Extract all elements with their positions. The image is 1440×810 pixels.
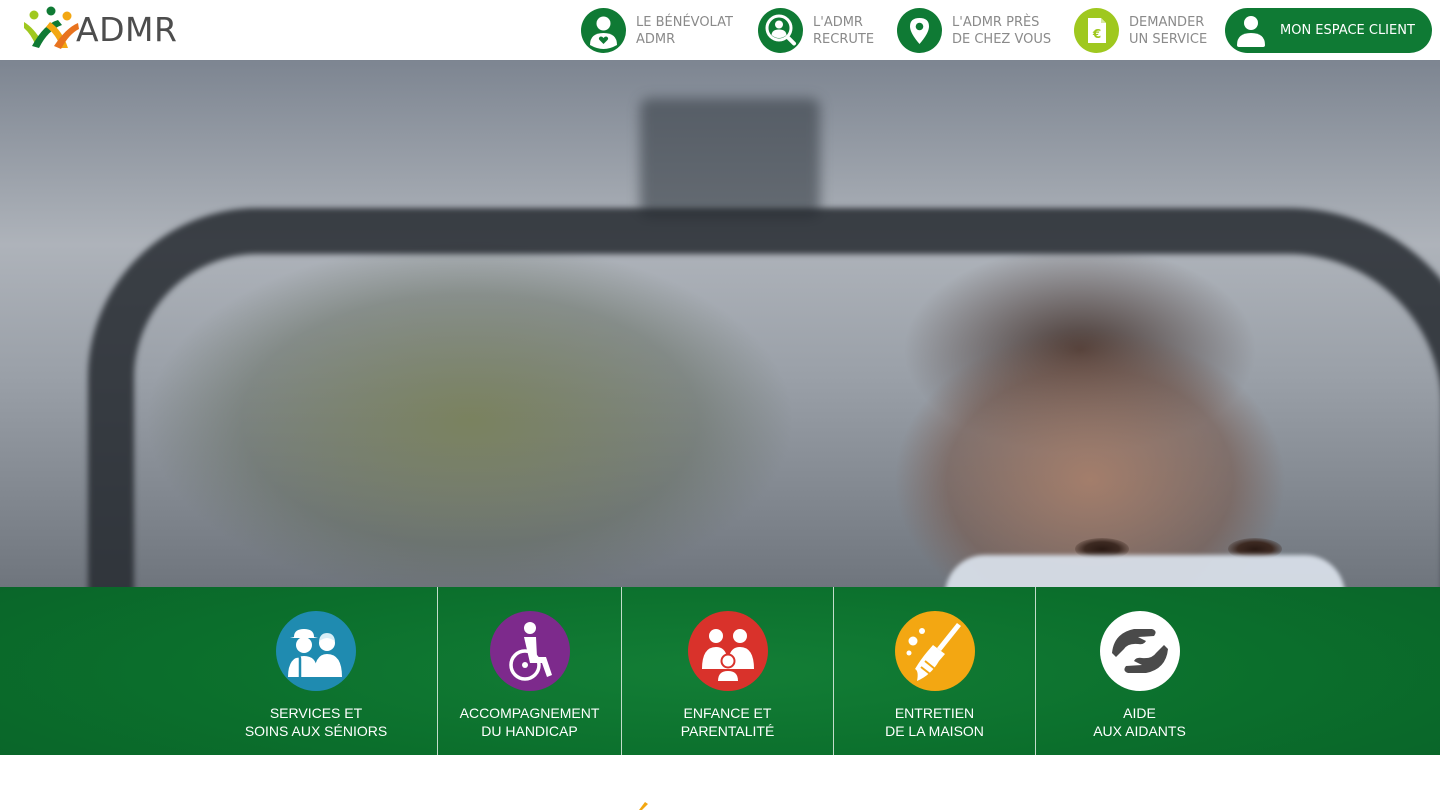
euro-document-icon: € bbox=[1074, 8, 1119, 53]
recruit-search-icon bbox=[758, 8, 803, 53]
service-entretien-line2: DE LA MAISON bbox=[885, 723, 984, 739]
seniors-icon bbox=[276, 611, 356, 691]
helping-hands-icon bbox=[1099, 611, 1180, 691]
mon-espace-client-label: MON ESPACE CLIENT bbox=[1280, 23, 1415, 38]
logo-text: ADMR bbox=[76, 9, 178, 49]
service-aidants-line1: AIDE bbox=[1123, 705, 1156, 721]
service-entretien-line1: ENTRETIEN bbox=[894, 705, 975, 721]
service-aidants[interactable]: AIDE AUX AIDANTS bbox=[1036, 587, 1243, 755]
nav-benevolat[interactable]: LE BÉNÉVOLAT ADMR bbox=[581, 8, 733, 53]
service-seniors-line2: SOINS AUX SÉNIORS bbox=[244, 723, 388, 739]
volunteer-heart-icon bbox=[581, 8, 626, 53]
nav-pres-line1: L'ADMR PRÈS bbox=[952, 14, 1040, 30]
service-enfance-line1: ENFANCE ET bbox=[683, 705, 772, 721]
nav-pres-line2: DE CHEZ VOUS bbox=[952, 31, 1052, 47]
nav-pres-de-chez-vous[interactable]: L'ADMR PRÈS DE CHEZ VOUS bbox=[897, 8, 1051, 53]
nav-recrute[interactable]: L'ADMR RECRUTE bbox=[758, 8, 874, 53]
nav-recrute-line1: L'ADMR bbox=[813, 14, 863, 30]
nav-recrute-line2: RECRUTE bbox=[813, 31, 875, 47]
wheelchair-icon bbox=[489, 611, 570, 691]
rearview-mirror-frame bbox=[88, 208, 1440, 587]
service-handicap-line1: ACCOMPAGNEMENT bbox=[459, 705, 600, 721]
nav-service-line1: DEMANDER bbox=[1129, 14, 1205, 30]
service-enfance[interactable]: ENFANCE ET PARENTALITÉ bbox=[622, 587, 833, 755]
nav-benevolat-line1: LE BÉNÉVOLAT bbox=[636, 14, 733, 30]
admr-people-logo-icon bbox=[24, 6, 79, 49]
site-header: ADMR LE BÉNÉVOLAT ADMR L'ADMR RECRUTE L'… bbox=[0, 0, 1440, 60]
section-accent-icon bbox=[639, 802, 648, 810]
service-aidants-line2: AUX AIDANTS bbox=[1093, 723, 1186, 739]
nav-service-line2: UN SERVICE bbox=[1129, 31, 1208, 47]
admr-logo[interactable]: ADMR bbox=[22, 6, 177, 52]
nav-demander-service[interactable]: € DEMANDER UN SERVICE bbox=[1074, 8, 1207, 53]
hero-banner-image bbox=[0, 60, 1440, 587]
service-seniors-line1: SERVICES ET bbox=[269, 705, 363, 721]
nav-benevolat-line2: ADMR bbox=[636, 31, 676, 47]
services-band: SERVICES ET SOINS AUX SÉNIORS ACCOMPAGNE… bbox=[0, 587, 1440, 755]
svg-text:€: € bbox=[1092, 27, 1101, 41]
service-entretien[interactable]: ENTRETIEN DE LA MAISON bbox=[834, 587, 1035, 755]
service-handicap-line2: DU HANDICAP bbox=[481, 723, 578, 739]
mon-espace-client-button[interactable]: MON ESPACE CLIENT bbox=[1225, 8, 1432, 53]
service-handicap[interactable]: ACCOMPAGNEMENT DU HANDICAP bbox=[438, 587, 621, 755]
location-pin-icon bbox=[897, 8, 942, 53]
sun-visor bbox=[640, 98, 820, 218]
broom-icon bbox=[894, 611, 975, 691]
service-seniors[interactable]: SERVICES ET SOINS AUX SÉNIORS bbox=[226, 587, 406, 755]
service-enfance-line2: PARENTALITÉ bbox=[680, 723, 775, 739]
family-icon bbox=[687, 611, 768, 691]
user-icon bbox=[1231, 11, 1271, 51]
face-mask bbox=[945, 555, 1345, 587]
